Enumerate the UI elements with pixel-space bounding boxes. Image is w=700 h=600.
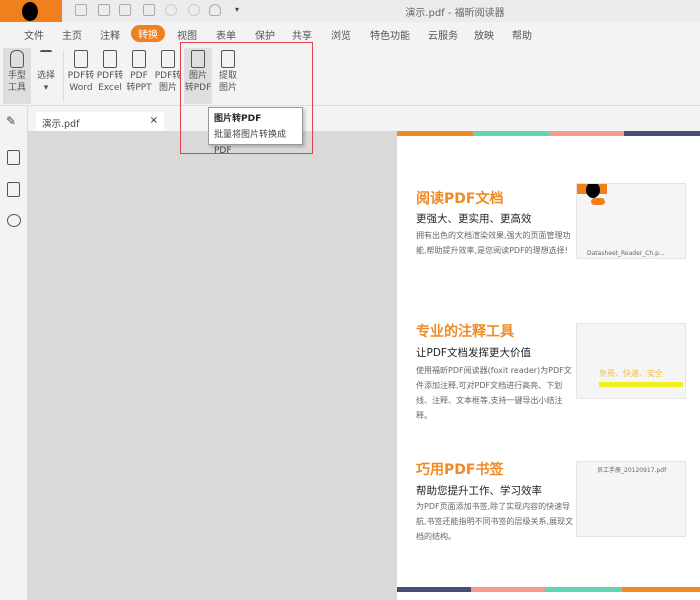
eraser-icon[interactable]: ✎	[6, 114, 16, 128]
document-tab[interactable]: 演示.pdf ×	[36, 112, 164, 132]
section-title: 巧用PDF书签	[416, 462, 504, 478]
divider	[63, 50, 64, 102]
text-select-icon	[40, 50, 52, 68]
tooltip: 图片转PDF 批量将图片转换成PDF	[208, 107, 303, 156]
pdf-to-image-button[interactable]: PDF转图片	[154, 48, 182, 104]
label: 转PPT	[126, 83, 152, 93]
label: 选择	[36, 71, 55, 81]
menu-bar: 文件 主页 注释 转换 视图 表单 保护 共享 浏览 特色功能 云服务 放映 帮…	[0, 22, 700, 44]
menu-convert[interactable]: 转换	[131, 25, 165, 42]
tab-label: 演示.pdf	[42, 119, 80, 130]
menu-form[interactable]: 表单	[216, 27, 236, 42]
label: ▾	[43, 83, 49, 93]
menu-features[interactable]: 特色功能	[370, 27, 410, 42]
section-title: 阅读PDF文档	[416, 191, 504, 207]
thumb-text: 免费、快速、安全	[599, 369, 663, 378]
select-button[interactable]: 选择 ▾	[32, 48, 60, 104]
pdf-to-word-button[interactable]: PDF转 Word	[67, 48, 95, 104]
menu-cloud[interactable]: 云服务	[428, 27, 458, 42]
bookmark-icon[interactable]	[7, 150, 20, 165]
label: 工具	[7, 83, 26, 93]
word-file-icon	[74, 50, 88, 68]
menu-slideshow[interactable]: 放映	[474, 27, 494, 42]
menu-protect[interactable]: 保护	[255, 27, 275, 42]
image-file-icon	[161, 50, 175, 68]
label: Word	[69, 83, 93, 93]
section-body: 使用福昕PDF阅读器(foxit reader)为PDF文件添加注释,可对PDF…	[416, 366, 572, 420]
thumb-text: Datasheet_Reader_Ch.p...	[587, 250, 665, 257]
label: Excel	[98, 83, 122, 93]
tooltip-title: 图片转PDF	[214, 114, 262, 124]
menu-file[interactable]: 文件	[24, 27, 44, 42]
menu-home[interactable]: 主页	[62, 27, 82, 42]
screenshot-thumbnail: 员工手册_20120917.pdf	[576, 461, 686, 537]
section-subtitle: 让PDF文档发挥更大价值	[416, 347, 531, 359]
label: 图片	[158, 83, 177, 93]
left-sidebar: ✎ ▸	[0, 106, 32, 600]
menu-share[interactable]: 共享	[292, 27, 312, 42]
menu-browse[interactable]: 浏览	[331, 27, 351, 42]
section-title: 专业的注释工具	[416, 324, 514, 340]
ppt-file-icon	[132, 50, 146, 68]
excel-file-icon	[103, 50, 117, 68]
screenshot-thumbnail: 免费、快速、安全	[576, 323, 686, 399]
title-bar: ▾ 演示.pdf - 福昕阅读器	[0, 0, 700, 22]
pages-icon[interactable]	[7, 182, 20, 197]
menu-comment[interactable]: 注释	[100, 27, 120, 42]
thumb-text: 员工手册_20120917.pdf	[597, 467, 667, 474]
label: PDF	[130, 71, 148, 81]
menu-help[interactable]: 帮助	[512, 27, 532, 42]
menu-view[interactable]: 视图	[177, 27, 197, 42]
ribbon: 手型 工具 选择 ▾ PDF转 Word PDF转 Excel PDF 转PPT PDF转…	[0, 44, 700, 106]
hand-icon	[10, 50, 24, 68]
comment-icon[interactable]	[7, 214, 21, 227]
pdf-to-ppt-button[interactable]: PDF 转PPT	[125, 48, 153, 104]
screenshot-thumbnail: Datasheet_Reader_Ch.p...	[576, 183, 686, 259]
label: PDF转	[67, 71, 95, 81]
close-tab-icon[interactable]: ×	[150, 115, 158, 126]
pdf-page: 阅读PDF文档 更强大、更实用、更高效 拥有出色的文档渲染效果,强大的页面管理功…	[397, 131, 700, 600]
label: 手型	[7, 71, 26, 81]
window-title: 演示.pdf - 福昕阅读器	[405, 8, 505, 19]
document-canvas[interactable]	[28, 131, 398, 600]
section-subtitle: 帮助您提升工作、学习效率	[416, 485, 542, 497]
label: PDF转	[154, 71, 182, 81]
section-body: 为PDF页面添加书签,除了实现内容的快速导航,书签还能指明不同书签的层级关系,展…	[416, 502, 574, 541]
label: PDF转	[96, 71, 124, 81]
pdf-to-excel-button[interactable]: PDF转 Excel	[96, 48, 124, 104]
hand-tool-button[interactable]: 手型 工具	[3, 48, 31, 104]
section-subtitle: 更强大、更实用、更高效	[416, 213, 532, 225]
section-body: 拥有出色的文档渲染效果,强大的页面管理功能,帮助提升效率,是您阅读PDF的理想选…	[416, 231, 571, 255]
